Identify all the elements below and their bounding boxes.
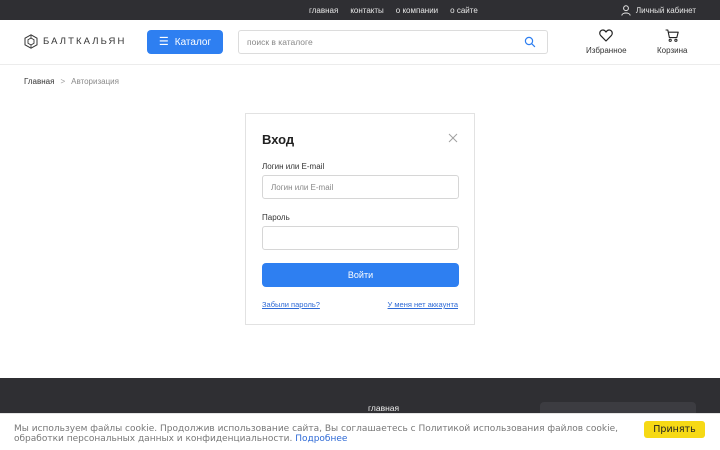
top-nav-link-contacts[interactable]: контакты [350, 6, 383, 15]
top-bar: главная контакты о компании о сайте Личн… [0, 0, 720, 20]
password-field-label: Пароль [262, 213, 290, 222]
login-submit-button[interactable]: Войти [262, 263, 459, 287]
account-link[interactable]: Личный кабинет [621, 0, 696, 20]
burger-icon: ☰ [158, 35, 169, 48]
top-nav-link-home[interactable]: главная [309, 6, 338, 15]
login-field-label: Логин или E-mail [262, 162, 325, 171]
breadcrumb: Главная > Авторизация [24, 77, 119, 86]
catalog-label: Каталог [174, 36, 212, 48]
site-header: БАЛТКАЛЬЯН ☰ Каталог Избранное Корзина [0, 20, 720, 65]
footer-link-home[interactable]: главная [368, 403, 399, 413]
cookie-more-link[interactable]: Подробнее [295, 434, 347, 444]
logo-icon [24, 34, 38, 49]
search-icon[interactable] [524, 36, 536, 48]
logo[interactable]: БАЛТКАЛЬЯН [24, 34, 126, 49]
close-icon[interactable] [448, 133, 458, 143]
cookie-banner: Мы используем файлы cookie. Продолжив ис… [0, 413, 720, 450]
top-nav: главная контакты о компании о сайте [309, 0, 490, 20]
cookie-accept-button[interactable]: Принять [644, 421, 705, 438]
breadcrumb-separator: > [60, 77, 66, 86]
cart-label: Корзина [657, 46, 688, 55]
search-box [238, 30, 548, 54]
forgot-password-link[interactable]: Забыли пароль? [262, 300, 320, 309]
top-nav-link-about-site[interactable]: о сайте [450, 6, 478, 15]
user-icon [621, 4, 631, 16]
top-nav-link-about-company[interactable]: о компании [396, 6, 438, 15]
login-title: Вход [262, 132, 295, 147]
cart-link[interactable]: Корзина [657, 29, 687, 55]
breadcrumb-current: Авторизация [71, 77, 119, 86]
logo-text: БАЛТКАЛЬЯН [43, 36, 127, 47]
favorites-link[interactable]: Избранное [586, 29, 627, 55]
favorites-label: Избранное [586, 46, 627, 55]
catalog-button[interactable]: ☰ Каталог [147, 30, 223, 54]
breadcrumb-home[interactable]: Главная [24, 77, 54, 86]
login-input[interactable] [262, 175, 459, 199]
password-input[interactable] [262, 226, 459, 250]
register-link[interactable]: У меня нет аккаунта [388, 300, 458, 309]
login-form: Вход Логин или E-mail Пароль Войти Забыл… [245, 113, 475, 325]
heart-icon [599, 29, 614, 42]
cart-icon [665, 29, 679, 42]
cookie-text: Мы используем файлы cookie. Продолжив ис… [14, 424, 644, 444]
account-label: Личный кабинет [635, 5, 696, 15]
search-input[interactable] [239, 31, 519, 53]
